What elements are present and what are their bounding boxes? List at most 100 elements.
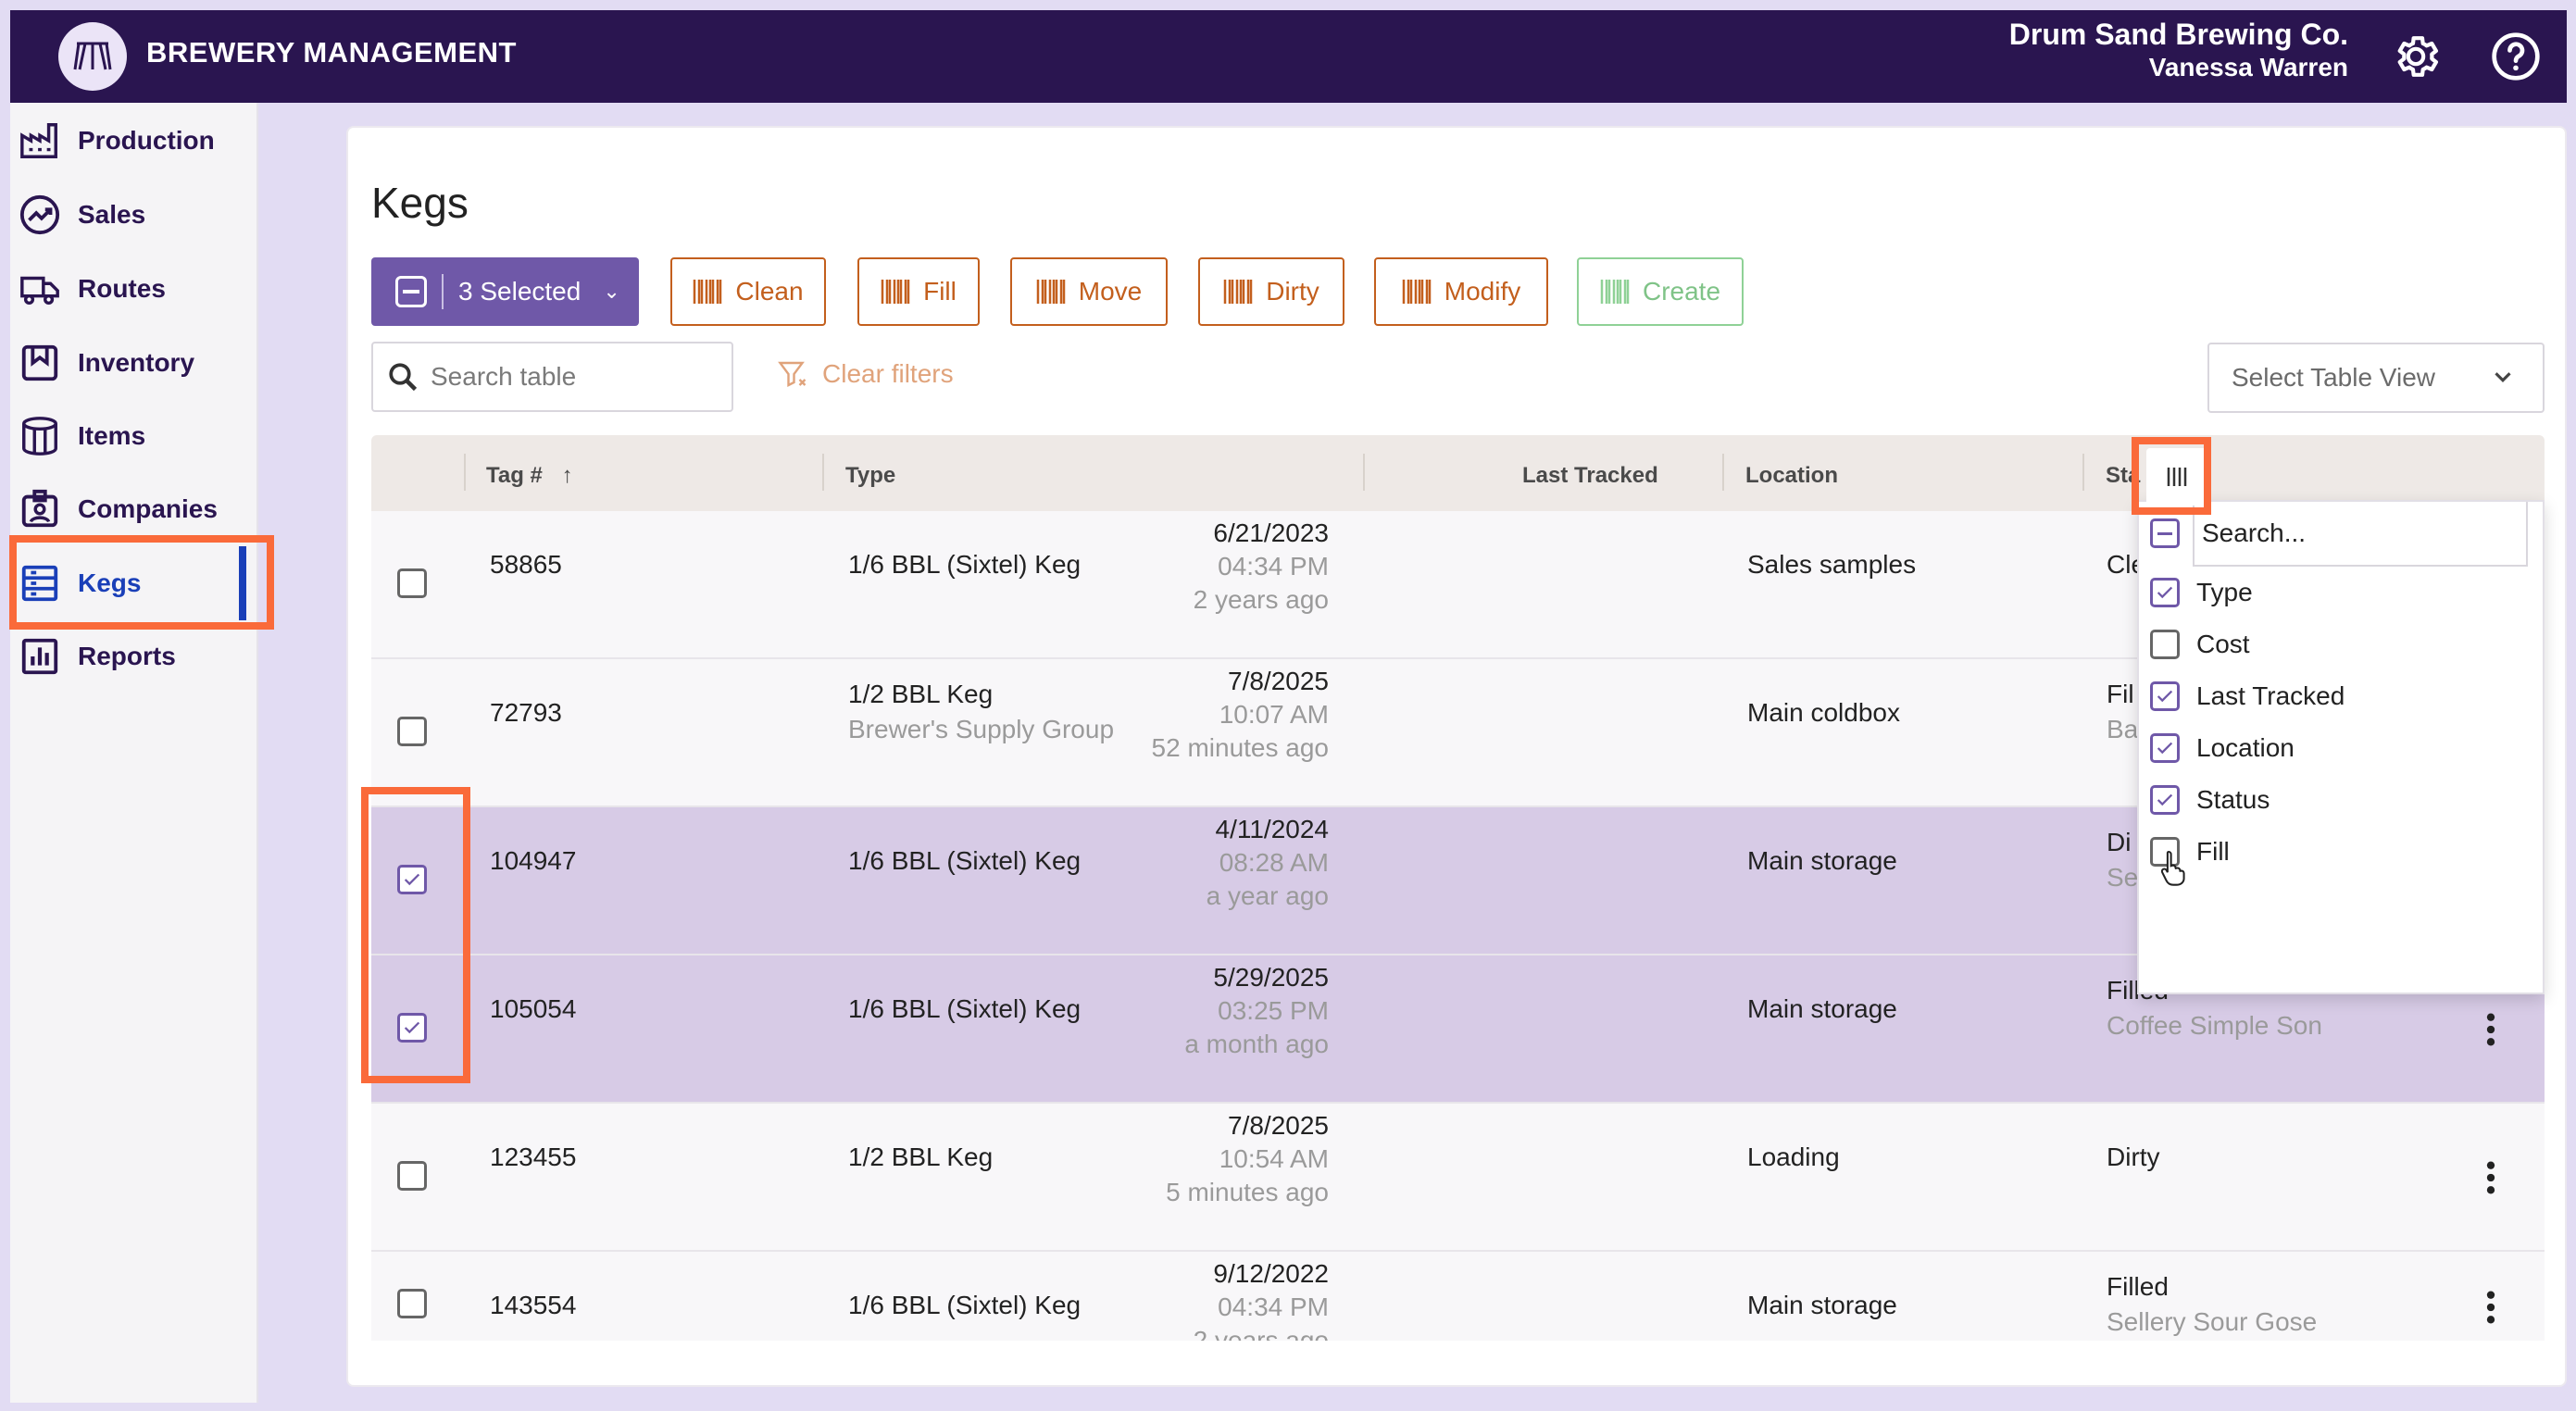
sidebar-item-routes[interactable]: Routes <box>19 261 250 317</box>
type-cell: 1/2 BBL Keg <box>848 1143 994 1171</box>
row-checkbox[interactable] <box>397 1161 427 1191</box>
option-label: Last Tracked <box>2196 681 2345 710</box>
table-view-select[interactable]: Select Table View <box>2207 343 2545 413</box>
location-cell: Main storage <box>1747 994 1897 1023</box>
row-checkbox[interactable] <box>397 717 427 746</box>
barcode-icon <box>1402 280 1432 304</box>
column-chooser-button[interactable] <box>2146 448 2207 506</box>
sidebar-item-label: Reports <box>78 642 176 670</box>
sidebar-item-production[interactable]: Production <box>19 113 250 169</box>
sidebar-item-kegs[interactable]: Kegs <box>19 556 250 611</box>
checkbox-checked[interactable] <box>2150 733 2180 763</box>
row-checkbox-checked[interactable] <box>397 865 427 894</box>
deselect-checkbox[interactable] <box>395 276 427 307</box>
checkbox[interactable] <box>2150 630 2180 659</box>
truck-icon <box>20 276 59 306</box>
row-menu-icon[interactable] <box>2483 1011 2498 1048</box>
last-tracked-cell: 6/21/2023 04:34 PM 2 years ago <box>1193 518 1329 614</box>
chevron-down-icon: ⌄ <box>603 280 620 303</box>
sidebar-item-reports[interactable]: Reports <box>19 629 250 684</box>
row-checkbox-checked[interactable] <box>397 1013 427 1043</box>
settings-icon[interactable] <box>2390 31 2442 82</box>
sidebar-item-sales[interactable]: Sales <box>19 187 250 243</box>
column-option-cost[interactable]: Cost <box>2150 630 2250 659</box>
column-option-type[interactable]: Type <box>2150 578 2253 607</box>
clean-label: Clean <box>735 277 804 306</box>
logo-icon <box>73 42 112 70</box>
help-icon[interactable] <box>2490 31 2542 82</box>
sidebar-item-inventory[interactable]: Inventory <box>19 335 250 391</box>
checkbox-checked[interactable] <box>2150 578 2180 607</box>
option-label: Cost <box>2196 630 2250 658</box>
column-option-last-tracked[interactable]: Last Tracked <box>2150 681 2345 711</box>
column-option-status[interactable]: Status <box>2150 785 2270 815</box>
clear-filter-icon <box>778 361 807 387</box>
col-location[interactable]: Location <box>1745 463 1838 489</box>
active-indicator <box>239 546 246 620</box>
selection-button[interactable]: 3 Selected ⌄ <box>371 257 639 326</box>
bar-chart-icon <box>21 638 58 675</box>
column-option-location[interactable]: Location <box>2150 733 2295 763</box>
column-search-input[interactable]: Search... <box>2193 502 2528 567</box>
supplier-cell: Brewer's Supply Group <box>848 715 1115 743</box>
col-status[interactable]: Sta <box>2106 463 2140 489</box>
move-button[interactable]: Move <box>1010 257 1168 326</box>
status-cell: Filled <box>2107 1272 2169 1301</box>
option-label: Location <box>2196 733 2295 762</box>
row-menu-icon[interactable] <box>2483 1159 2498 1196</box>
clear-filters-button[interactable]: Clear filters <box>776 357 954 391</box>
column-picker-popup: Search... Type Cost Last Tracked Locatio… <box>2137 500 2545 994</box>
dirty-button[interactable]: Dirty <box>1198 257 1344 326</box>
location-cell: Main storage <box>1747 846 1897 875</box>
tag-cell: 143554 <box>490 1291 577 1319</box>
row-checkbox[interactable] <box>397 568 427 598</box>
table-row[interactable]: 143554 1/6 BBL (Sixtel) Keg 9/12/2022 04:… <box>371 1252 2545 1341</box>
barcode-icon <box>694 280 722 304</box>
tag-cell: 123455 <box>490 1143 577 1171</box>
dirty-label: Dirty <box>1266 277 1319 306</box>
col-last-tracked[interactable]: Last Tracked <box>1522 463 1658 489</box>
status-cell: Di <box>2107 828 2132 856</box>
sidebar-item-companies[interactable]: Companies <box>19 481 250 537</box>
user-name[interactable]: Vanessa Warren <box>2149 53 2348 82</box>
check-icon <box>404 1021 420 1034</box>
page-title: Kegs <box>371 179 469 227</box>
option-label: Status <box>2196 785 2270 814</box>
option-label: Type <box>2196 578 2253 606</box>
col-tag[interactable]: Tag # ↑ <box>486 463 573 489</box>
barcode-icon <box>1223 280 1253 304</box>
app-logo[interactable] <box>58 22 127 91</box>
modify-label: Modify <box>1444 277 1521 306</box>
select-all-checkbox[interactable] <box>2150 518 2180 548</box>
row-menu-icon[interactable] <box>2483 1289 2498 1326</box>
status-sub-cell: Coffee Simple Son <box>2107 1011 2322 1040</box>
search-placeholder: Search table <box>431 362 577 391</box>
id-badge-icon <box>21 489 58 528</box>
modify-button[interactable]: Modify <box>1374 257 1548 326</box>
cylinders-icon <box>22 417 57 456</box>
fill-button[interactable]: Fill <box>857 257 980 326</box>
create-button[interactable]: Create <box>1577 257 1744 326</box>
clean-button[interactable]: Clean <box>670 257 826 326</box>
last-tracked-cell: 9/12/2022 04:34 PM 2 years ago <box>1193 1259 1329 1341</box>
type-cell: 1/6 BBL (Sixtel) Keg <box>848 1291 1082 1319</box>
col-type[interactable]: Type <box>845 463 895 489</box>
check-icon <box>2157 586 2173 599</box>
location-cell: Main storage <box>1747 1291 1897 1319</box>
hand-cursor-icon <box>2160 850 2185 886</box>
create-label: Create <box>1642 277 1721 306</box>
checkbox-checked[interactable] <box>2150 785 2180 815</box>
sort-asc-icon: ↑ <box>561 463 573 488</box>
search-input[interactable]: Search table <box>371 342 733 412</box>
sidebar-item-items[interactable]: Items <box>19 408 250 464</box>
location-cell: Sales samples <box>1747 550 1917 579</box>
check-icon <box>2157 690 2173 703</box>
app-title: BREWERY MANAGEMENT <box>146 36 517 69</box>
row-checkbox[interactable] <box>397 1289 427 1318</box>
tag-cell: 105054 <box>490 994 577 1023</box>
checkbox-checked[interactable] <box>2150 681 2180 711</box>
trend-icon <box>19 194 60 235</box>
table-row[interactable]: 123455 1/2 BBL Keg 7/8/2025 10:54 AM 5 min… <box>371 1104 2545 1252</box>
type-cell: 1/6 BBL (Sixtel) Keg <box>848 550 1082 579</box>
fill-label: Fill <box>923 277 957 306</box>
